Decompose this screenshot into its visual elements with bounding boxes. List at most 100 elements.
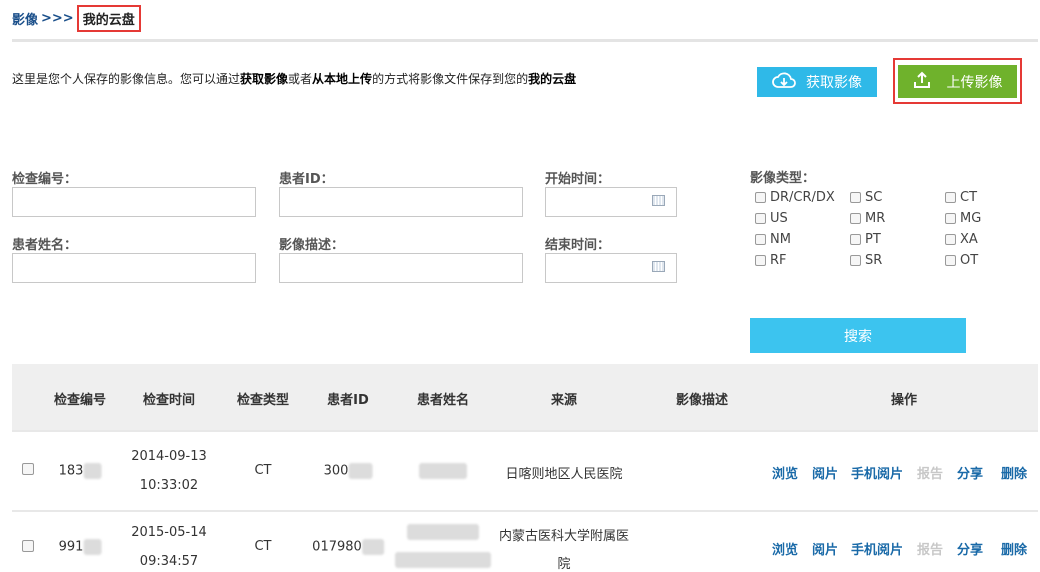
breadcrumb-current: 我的云盘: [76, 4, 141, 32]
col-exam-type: 检查类型: [236, 393, 290, 408]
checkbox-box[interactable]: [945, 192, 956, 203]
row-checkbox[interactable]: [22, 540, 34, 552]
type-checkbox-xa[interactable]: XA: [945, 232, 978, 247]
action-mobile-read[interactable]: 手机阅片: [851, 463, 903, 482]
breadcrumb-parent-link[interactable]: 影像: [12, 9, 38, 28]
start-time-label: 开始时间：: [545, 172, 611, 187]
image-desc-label: 影像描述：: [279, 238, 345, 253]
cell-patient-id: 300: [324, 463, 373, 479]
type-checkbox-ct[interactable]: CT: [945, 190, 977, 205]
col-patient-id: 患者ID: [327, 393, 369, 408]
action-share[interactable]: 分享: [957, 539, 983, 558]
redacted-block: [407, 524, 479, 540]
cell-source: 内蒙古医科大学附属医: [498, 529, 630, 544]
intro-bold-fetch: 获取影像: [240, 72, 289, 86]
checkbox-box[interactable]: [850, 213, 861, 224]
exam-no-input[interactable]: [12, 187, 256, 217]
calendar-icon[interactable]: [652, 195, 665, 206]
checkbox-box[interactable]: [755, 234, 766, 245]
action-read[interactable]: 阅片: [812, 539, 838, 558]
patient-name-label: 患者姓名：: [12, 238, 78, 253]
fetch-image-button[interactable]: 获取影像: [757, 67, 877, 97]
calendar-icon[interactable]: [652, 261, 665, 272]
redacted-block: [348, 463, 373, 479]
action-mobile-read[interactable]: 手机阅片: [851, 539, 903, 558]
upload-image-button[interactable]: 上传影像: [898, 65, 1017, 98]
action-browse[interactable]: 浏览: [772, 463, 798, 482]
image-desc-input[interactable]: [279, 253, 523, 283]
action-read[interactable]: 阅片: [812, 463, 838, 482]
type-label: OT: [960, 253, 979, 268]
type-label: NM: [770, 232, 791, 247]
col-source: 来源: [550, 393, 578, 408]
patient-id-input[interactable]: [279, 187, 523, 217]
type-checkbox-us[interactable]: US: [755, 211, 788, 226]
exam-no-text: 183: [58, 463, 84, 479]
checkbox-box[interactable]: [755, 213, 766, 224]
type-checkbox-pt[interactable]: PT: [850, 232, 881, 247]
row-divider: [12, 430, 1038, 432]
intro-bold-local: 从本地上传: [312, 72, 373, 86]
intro-text: 这里是您个人保存的影像信息。您可以通过获取影像或者从本地上传的方式将影像文件保存…: [12, 70, 576, 87]
row-checkbox[interactable]: [22, 463, 34, 475]
type-checkbox-nm[interactable]: NM: [755, 232, 791, 247]
type-checkbox-mg[interactable]: MG: [945, 211, 981, 226]
checkbox-box[interactable]: [850, 192, 861, 203]
action-browse[interactable]: 浏览: [772, 539, 798, 558]
fetch-image-label: 获取影像: [806, 75, 862, 91]
cell-exam-date: 2015-05-14: [131, 525, 207, 540]
type-label: PT: [865, 232, 881, 247]
type-checkbox-dr[interactable]: DR/CR/DX: [755, 190, 835, 205]
type-label: MR: [865, 211, 886, 226]
search-button[interactable]: 搜索: [750, 318, 966, 353]
type-label: MG: [960, 211, 982, 226]
checkbox-box[interactable]: [850, 255, 861, 266]
checkbox-box[interactable]: [755, 192, 766, 203]
type-checkbox-mr[interactable]: MR: [850, 211, 885, 226]
upload-arrow-icon: [913, 71, 931, 93]
type-label: XA: [960, 232, 978, 247]
intro-part: 的方式将影像文件保存到您的: [372, 72, 529, 86]
col-exam-time: 检查时间: [142, 393, 196, 408]
intro-part: 或者: [288, 72, 313, 86]
checkbox-box[interactable]: [945, 213, 956, 224]
image-type-label: 影像类型：: [750, 171, 816, 186]
intro-part: 这里是您个人保存的影像信息。您可以通过: [12, 72, 241, 86]
type-label: US: [770, 211, 788, 226]
cell-source: 日喀则地区人民医院: [505, 467, 623, 482]
patient-id-label: 患者ID：: [279, 172, 334, 187]
action-share[interactable]: 分享: [957, 463, 983, 482]
redacted-block: [395, 552, 491, 568]
upload-image-label: 上传影像: [946, 74, 1003, 91]
type-label: SR: [865, 253, 883, 268]
col-patient-name: 患者姓名: [416, 393, 470, 408]
type-checkbox-rf[interactable]: RF: [755, 253, 787, 268]
breadcrumb-separator: >>>: [41, 10, 74, 26]
checkbox-box[interactable]: [755, 255, 766, 266]
checkbox-box[interactable]: [945, 234, 956, 245]
col-actions: 操作: [890, 393, 918, 408]
redacted-block: [83, 463, 102, 479]
redacted-block: [83, 539, 102, 555]
col-exam-no: 检查编号: [53, 393, 107, 408]
type-label: CT: [960, 190, 978, 205]
checkbox-box[interactable]: [850, 234, 861, 245]
type-checkbox-sc[interactable]: SC: [850, 190, 882, 205]
type-checkbox-ot[interactable]: OT: [945, 253, 978, 268]
end-time-label: 结束时间：: [545, 238, 611, 253]
cell-patient-name: [419, 463, 467, 479]
action-delete[interactable]: 删除: [1001, 539, 1027, 558]
checkbox-box[interactable]: [945, 255, 956, 266]
action-delete[interactable]: 删除: [1001, 463, 1027, 482]
cell-exam-time: 09:34:57: [139, 554, 199, 569]
patient-name-input[interactable]: [12, 253, 256, 283]
action-report: 报告: [916, 467, 944, 482]
breadcrumb: 影像 >>> 我的云盘: [12, 4, 141, 32]
cell-exam-no: 991: [59, 539, 102, 555]
patient-id-text: 300: [323, 463, 349, 479]
row-divider: [12, 510, 1038, 512]
cell-patient-name: [407, 524, 479, 540]
type-checkbox-sr[interactable]: SR: [850, 253, 882, 268]
action-report: 报告: [916, 543, 944, 558]
header-divider: [12, 39, 1038, 42]
